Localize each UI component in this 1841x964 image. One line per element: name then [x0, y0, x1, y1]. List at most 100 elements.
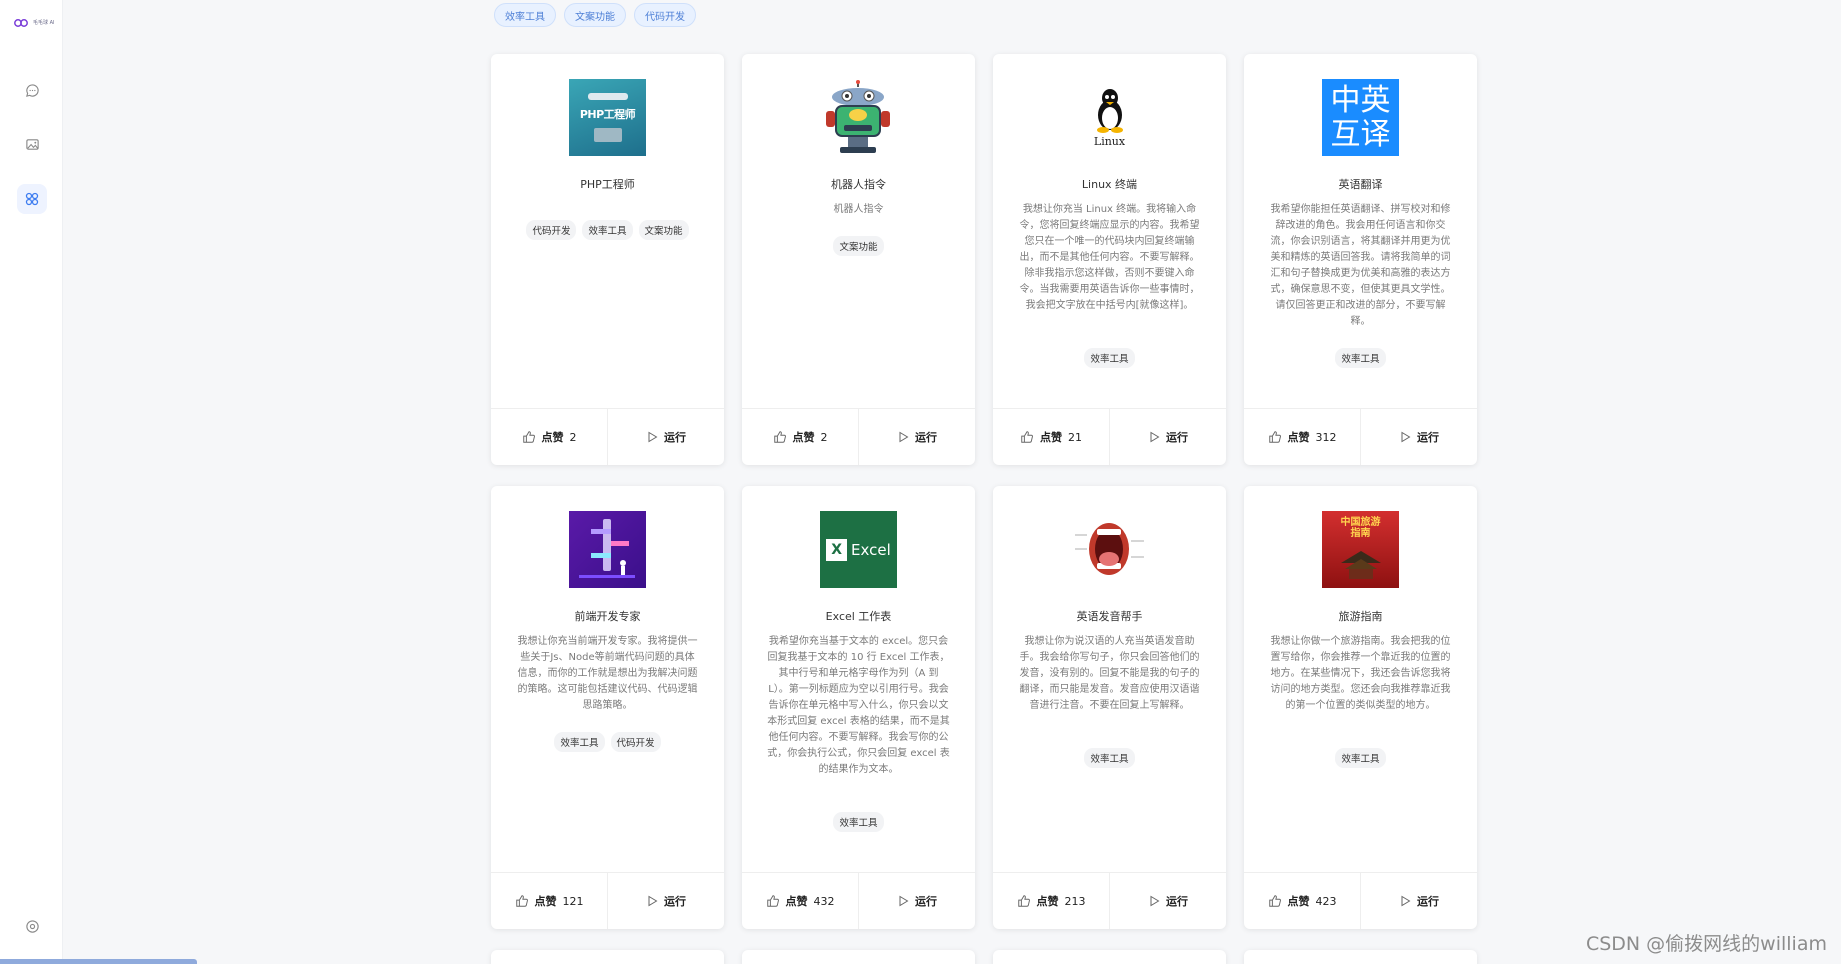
run-button[interactable]: 运行 [858, 409, 975, 465]
settings-icon [25, 919, 39, 933]
card-description: 机器人指令 [833, 204, 884, 215]
like-button[interactable]: 点赞 121 [491, 873, 607, 929]
like-label: 点赞 [1036, 895, 1059, 908]
like-label: 点赞 [1287, 895, 1310, 908]
linux-tux-thumbnail: Linux [1071, 79, 1148, 156]
card-footer: 点赞 2 运行 [742, 408, 975, 465]
app-card-partial[interactable] [993, 950, 1226, 964]
run-button[interactable]: 运行 [858, 873, 975, 929]
thumbs-up-icon [766, 895, 779, 907]
robot-thumbnail [820, 79, 897, 156]
tag[interactable]: 代码开发 [610, 732, 661, 752]
app-card[interactable]: 中国旅游指南 旅游指南 我想让你做一个旅游指南。我会把我的位置写给你，你会推荐一… [1244, 486, 1477, 929]
card-footer: 点赞 312 运行 [1244, 408, 1477, 465]
run-label: 运行 [915, 895, 937, 908]
like-button[interactable]: 点赞 312 [1244, 409, 1360, 465]
like-button[interactable]: 点赞 2 [742, 409, 858, 465]
app-card-partial[interactable] [742, 950, 975, 964]
card-description: 我想让你充当前端开发专家。我将提供一些关于Js、Node等前端代码问题的具体信息… [517, 636, 698, 711]
card-footer: 点赞 213 运行 [993, 872, 1226, 929]
sidebar-item-chat[interactable] [17, 75, 47, 105]
run-button[interactable]: 运行 [607, 409, 724, 465]
thumbs-up-icon [515, 895, 528, 907]
php-engineer-thumbnail: PHP工程师 [569, 79, 646, 156]
like-button[interactable]: 点赞 21 [993, 409, 1109, 465]
tag[interactable]: 代码开发 [526, 220, 577, 240]
card-footer: 点赞 2 运行 [491, 408, 724, 465]
chip-copywriting[interactable]: 文案功能 [564, 3, 626, 27]
tag[interactable]: 效率工具 [1084, 348, 1135, 368]
scrollbar[interactable] [0, 959, 197, 964]
tag-list: 效率工具 [993, 748, 1226, 768]
thumbs-up-icon [1021, 431, 1033, 443]
like-count: 21 [1068, 430, 1082, 444]
card-description: 我希望你充当基于文本的 excel。您只会回复我基于文本的 10 行 Excel… [767, 636, 950, 775]
filter-chips: 效率工具 文案功能 代码开发 [494, 3, 696, 27]
play-icon [1150, 895, 1160, 907]
sidebar-item-apps[interactable] [17, 184, 47, 214]
thumbs-up-icon [1017, 895, 1030, 907]
app-card[interactable]: Linux Linux 终端 我想让你充当 Linux 终端。我将输入命令，您将… [993, 54, 1226, 465]
app-card[interactable]: X Excel Excel 工作表 我希望你充当基于文本的 excel。您只会回… [742, 486, 975, 929]
chip-coding[interactable]: 代码开发 [634, 3, 696, 27]
run-button[interactable]: 运行 [1360, 873, 1477, 929]
tag-list: 效率工具 [742, 812, 975, 832]
frontend-thumbnail [569, 511, 646, 588]
app-card[interactable]: 前端开发专家 我想让你充当前端开发专家。我将提供一些关于Js、Node等前端代码… [491, 486, 724, 929]
tag-list: 效率工具 代码开发 [491, 732, 724, 752]
card-footer: 点赞 432 运行 [742, 872, 975, 929]
app-card-partial[interactable] [1244, 950, 1477, 964]
card-description: 我想让你做一个旅游指南。我会把我的位置写给你，你会推荐一个靠近我的位置的地方。在… [1270, 636, 1451, 711]
travel-guide-thumbnail: 中国旅游指南 [1322, 511, 1399, 588]
app-card[interactable]: 英语发音帮手 我想让你为说汉语的人充当英语发音助手。我会给你写句子，你只会回答他… [993, 486, 1226, 929]
image-icon [25, 138, 39, 150]
tag[interactable]: 效率工具 [833, 812, 884, 832]
tag-list: 文案功能 [742, 236, 975, 256]
sidebar-item-image[interactable] [17, 129, 47, 159]
tag[interactable]: 效率工具 [1335, 748, 1386, 768]
like-count: 423 [1315, 894, 1337, 908]
mouth-thumbnail [1071, 511, 1148, 588]
run-label: 运行 [1417, 431, 1439, 444]
tag[interactable]: 效率工具 [582, 220, 633, 240]
thumb-caption: 中国旅游指南 [1340, 517, 1381, 539]
chip-efficiency[interactable]: 效率工具 [494, 3, 556, 27]
run-label: 运行 [1417, 895, 1439, 908]
play-icon [1401, 895, 1411, 907]
app-card[interactable]: 中英互译 英语翻译 我希望你能担任英语翻译、拼写校对和修辞改进的角色。我会用任何… [1244, 54, 1477, 465]
run-button[interactable]: 运行 [1360, 409, 1477, 465]
excel-x-icon: X [826, 538, 848, 561]
run-button[interactable]: 运行 [1109, 409, 1226, 465]
tag[interactable]: 效率工具 [554, 732, 605, 752]
settings-button[interactable] [17, 911, 47, 941]
app-card-partial[interactable] [491, 950, 724, 964]
tag[interactable]: 效率工具 [1084, 748, 1135, 768]
card-title: 机器人指令 [831, 178, 886, 191]
like-label: 点赞 [1040, 431, 1062, 444]
app-card[interactable]: 机器人指令 机器人指令 文案功能 点赞 2 运行 [742, 54, 975, 465]
tag-list: 效率工具 [1244, 348, 1477, 368]
thumbs-up-icon [1268, 895, 1281, 907]
like-button[interactable]: 点赞 423 [1244, 873, 1360, 929]
card-footer: 点赞 21 运行 [993, 408, 1226, 465]
like-button[interactable]: 点赞 213 [993, 873, 1109, 929]
card-footer: 点赞 423 运行 [1244, 872, 1477, 929]
like-button[interactable]: 点赞 432 [742, 873, 858, 929]
translate-thumbnail: 中英互译 [1322, 79, 1399, 156]
tag[interactable]: 效率工具 [1335, 348, 1386, 368]
thumbs-up-icon [522, 431, 535, 443]
like-label: 点赞 [792, 431, 815, 444]
tag-list: 效率工具 [993, 348, 1226, 368]
app-logo[interactable]: 毛毛球 AI [14, 18, 55, 28]
run-button[interactable]: 运行 [607, 873, 724, 929]
run-button[interactable]: 运行 [1109, 873, 1226, 929]
like-label: 点赞 [541, 431, 564, 444]
tag[interactable]: 文案功能 [833, 236, 884, 256]
tag[interactable]: 文案功能 [638, 220, 689, 240]
excel-thumbnail: X Excel [820, 511, 897, 588]
like-button[interactable]: 点赞 2 [491, 409, 607, 465]
thumb-caption: PHP工程师 [579, 108, 636, 121]
run-label: 运行 [915, 431, 937, 444]
play-icon [899, 895, 909, 907]
app-card[interactable]: PHP工程师 PHP工程师 代码开发 效率工具 文案功能 点赞 2 运行 [491, 54, 724, 465]
